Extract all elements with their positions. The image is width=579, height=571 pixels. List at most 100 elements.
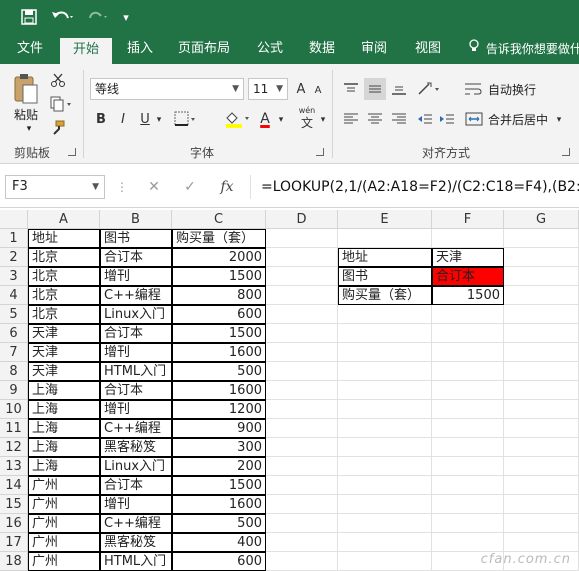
row-header[interactable]: 17 — [0, 533, 28, 552]
table-cell[interactable]: 合订本 — [100, 381, 172, 400]
table-cell[interactable] — [504, 438, 579, 457]
table-cell[interactable] — [266, 495, 338, 514]
merge-center-icon[interactable] — [462, 108, 486, 130]
font-name-select[interactable]: 等线 ▼ — [90, 78, 244, 100]
table-cell[interactable]: 2000 — [172, 248, 266, 267]
table-cell[interactable]: 600 — [172, 305, 266, 324]
table-cell[interactable] — [504, 286, 579, 305]
table-cell[interactable] — [338, 400, 432, 419]
column-header-1[interactable]: B — [100, 210, 172, 229]
row-header[interactable]: 10 — [0, 400, 28, 419]
table-cell[interactable] — [338, 381, 432, 400]
formula-input[interactable]: =LOOKUP(2,1/(A2:A18=F2)/(C2:C18=F4),(B2:… — [250, 175, 579, 199]
table-cell[interactable] — [266, 343, 338, 362]
table-cell[interactable]: 上海 — [28, 457, 100, 476]
cancel-icon[interactable]: ✕ — [142, 175, 166, 199]
table-cell[interactable]: 北京 — [28, 267, 100, 286]
table-cell[interactable] — [504, 229, 579, 248]
row-header[interactable]: 15 — [0, 495, 28, 514]
table-cell[interactable] — [266, 381, 338, 400]
table-cell[interactable] — [266, 457, 338, 476]
row-header[interactable]: 1 — [0, 229, 28, 248]
table-cell[interactable]: 合订本 — [100, 248, 172, 267]
table-cell[interactable] — [338, 457, 432, 476]
lookup-cell-e2[interactable]: 地址 — [338, 248, 432, 267]
table-cell[interactable]: 合订本 — [100, 324, 172, 343]
table-cell[interactable] — [338, 343, 432, 362]
table-cell[interactable] — [338, 476, 432, 495]
insert-function-icon[interactable]: fx — [214, 175, 240, 199]
column-header-3[interactable]: D — [266, 210, 338, 229]
font-color-dropdown-icon[interactable]: ▾ — [276, 110, 286, 130]
selected-cell-f3[interactable]: 合订本 — [432, 267, 504, 286]
row-header[interactable]: 13 — [0, 457, 28, 476]
table-cell[interactable]: 上海 — [28, 419, 100, 438]
table-cell[interactable]: 500 — [172, 514, 266, 533]
table-cell[interactable] — [338, 229, 432, 248]
paste-button[interactable]: 粘贴 — [10, 106, 42, 122]
table-cell[interactable] — [266, 229, 338, 248]
table-cell[interactable] — [504, 457, 579, 476]
table-cell[interactable] — [266, 324, 338, 343]
table-cell[interactable]: 增刊 — [100, 400, 172, 419]
table-cell[interactable] — [504, 381, 579, 400]
align-center-icon[interactable] — [364, 108, 386, 130]
table-cell[interactable]: 400 — [172, 533, 266, 552]
copy-icon[interactable] — [48, 94, 76, 114]
row-header[interactable]: 12 — [0, 438, 28, 457]
align-right-icon[interactable] — [388, 108, 410, 130]
table-cell[interactable]: C++编程 — [100, 514, 172, 533]
font-launcher-icon[interactable] — [316, 148, 324, 156]
table-cell[interactable]: 天津 — [28, 362, 100, 381]
table-cell[interactable] — [504, 267, 579, 286]
table-cell[interactable] — [504, 343, 579, 362]
table-cell[interactable]: 增刊 — [100, 267, 172, 286]
alignment-launcher-icon[interactable] — [562, 148, 570, 156]
enter-icon[interactable]: ✓ — [178, 175, 202, 199]
table-cell[interactable] — [266, 514, 338, 533]
save-icon[interactable] — [18, 6, 40, 28]
phonetic-guide-button[interactable]: 文 — [298, 114, 316, 130]
table-cell[interactable] — [266, 305, 338, 324]
table-cell[interactable]: 增刊 — [100, 343, 172, 362]
table-cell[interactable] — [266, 362, 338, 381]
table-cell[interactable]: 广州 — [28, 495, 100, 514]
decrease-indent-icon[interactable] — [414, 108, 436, 130]
paste-dropdown-icon[interactable]: ▾ — [24, 124, 34, 134]
table-cell[interactable] — [504, 305, 579, 324]
table-cell[interactable]: 1500 — [172, 267, 266, 286]
table-cell[interactable] — [504, 324, 579, 343]
wrap-text-button[interactable]: 自动换行 — [488, 78, 544, 100]
tell-me-box[interactable]: 告诉我你想要做什 — [468, 34, 579, 64]
table-cell[interactable] — [432, 457, 504, 476]
table-cell[interactable] — [504, 400, 579, 419]
row-header[interactable]: 5 — [0, 305, 28, 324]
table-cell[interactable] — [338, 514, 432, 533]
merge-center-button[interactable]: 合并后居中 — [488, 108, 552, 130]
table-cell[interactable]: 天津 — [28, 324, 100, 343]
table-cell[interactable] — [432, 381, 504, 400]
align-left-icon[interactable] — [340, 108, 362, 130]
table-cell[interactable]: C++编程 — [100, 286, 172, 305]
increase-indent-icon[interactable] — [436, 108, 458, 130]
table-cell[interactable]: 北京 — [28, 305, 100, 324]
table-cell[interactable]: HTML入门 — [100, 362, 172, 381]
italic-button[interactable]: I — [114, 108, 132, 130]
align-top-icon[interactable] — [340, 78, 362, 100]
wrap-text-icon[interactable] — [460, 78, 486, 100]
phonetic-dropdown-icon[interactable]: ▾ — [318, 110, 328, 130]
row-header[interactable]: 3 — [0, 267, 28, 286]
table-cell[interactable]: 200 — [172, 457, 266, 476]
select-all-corner[interactable] — [0, 210, 28, 229]
worksheet-grid[interactable]: A B C D E F G 1 地址 图书 购买量（套） 2 北京 合订本 2000 地址 天津 3 北京 增刊 150… — [0, 210, 579, 571]
table-cell[interactable] — [432, 324, 504, 343]
paste-icon[interactable] — [10, 72, 42, 106]
table-cell[interactable]: 北京 — [28, 286, 100, 305]
table-cell[interactable] — [504, 533, 579, 552]
table-cell[interactable] — [504, 476, 579, 495]
redo-icon[interactable] — [84, 6, 112, 28]
table-cell[interactable]: HTML入门 — [100, 552, 172, 571]
align-middle-icon[interactable] — [364, 78, 386, 100]
table-cell[interactable]: 300 — [172, 438, 266, 457]
lookup-cell-e3[interactable]: 图书 — [338, 267, 432, 286]
